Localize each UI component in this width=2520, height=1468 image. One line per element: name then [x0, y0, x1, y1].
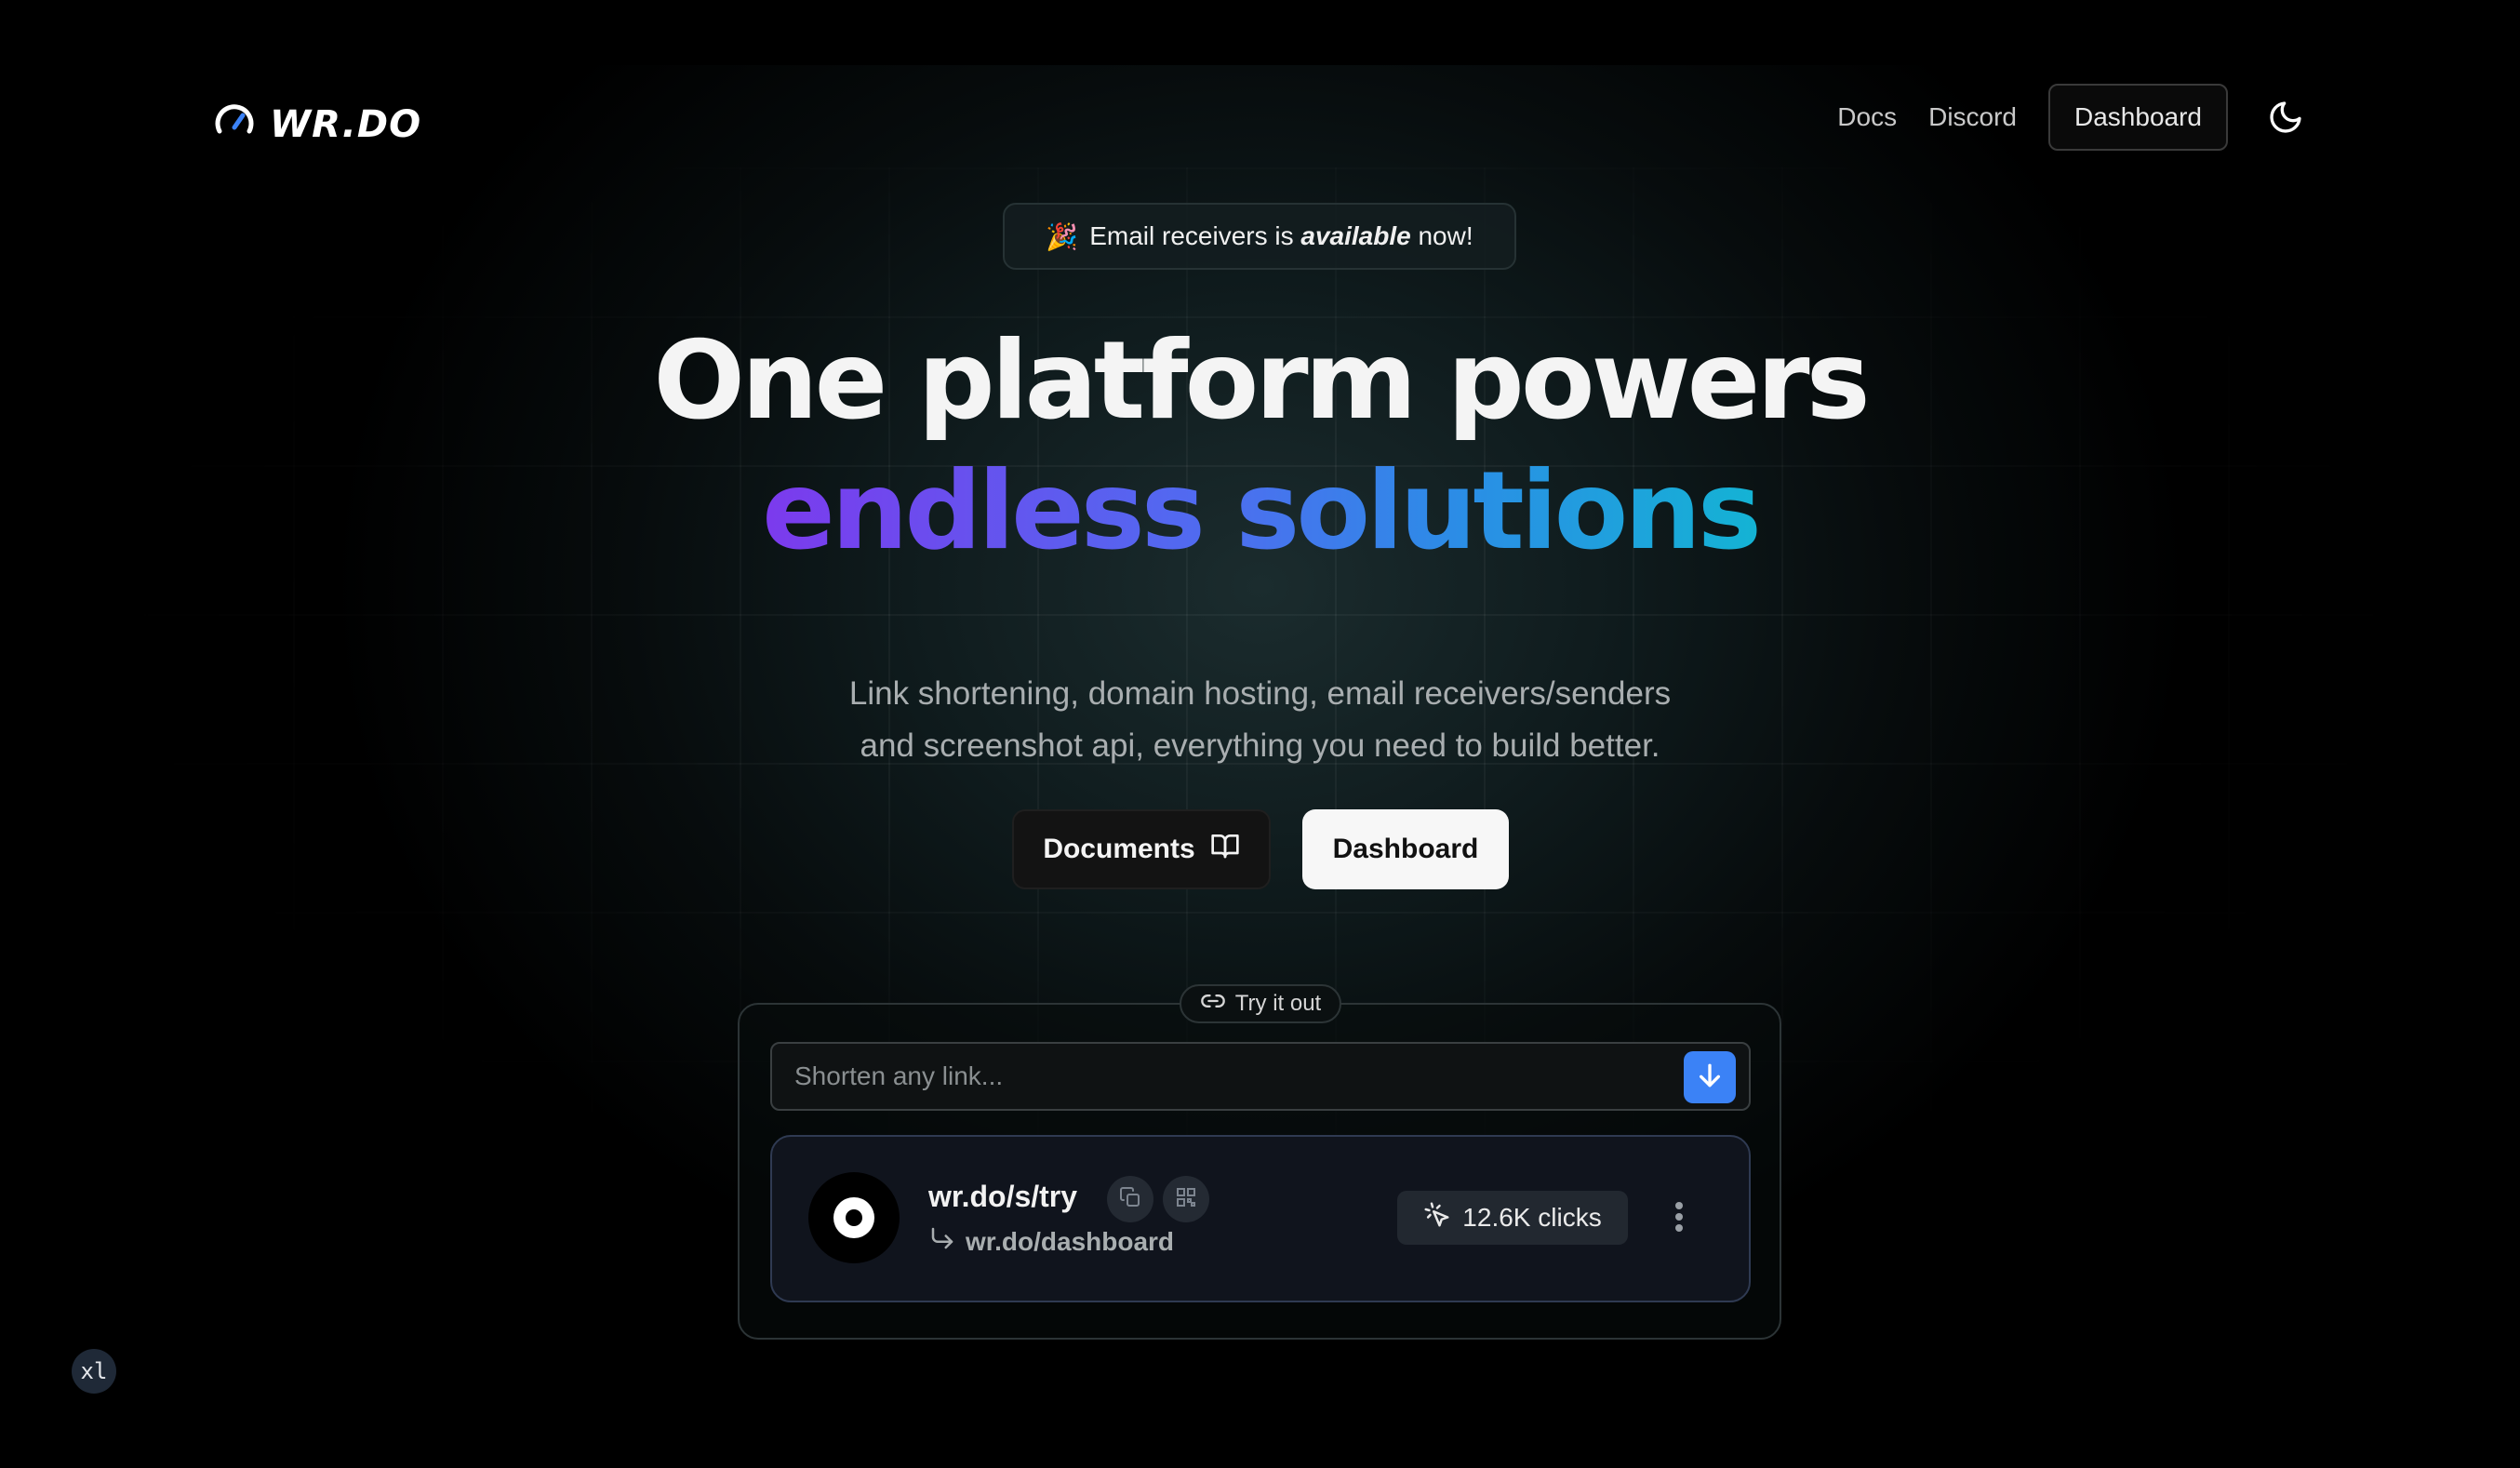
logo-text: WR.DO [270, 102, 422, 146]
destination-url: wr.do/dashboard [928, 1224, 1174, 1259]
copy-button[interactable] [1107, 1176, 1153, 1222]
nav-discord-link[interactable]: Discord [1928, 102, 2017, 132]
link-favicon [808, 1172, 900, 1263]
copy-icon [1119, 1186, 1141, 1213]
mouse-pointer-click-icon [1423, 1201, 1451, 1235]
hero-title-line2: endless solutions [762, 448, 1762, 574]
more-options-button[interactable] [1665, 1200, 1693, 1237]
book-open-icon [1210, 831, 1240, 868]
top-nav: Docs Discord Dashboard [1837, 84, 2306, 151]
moon-icon[interactable] [2265, 97, 2306, 138]
nav-dashboard-button[interactable]: Dashboard [2048, 84, 2228, 151]
more-vertical-icon [1673, 1200, 1685, 1238]
shorten-submit-button[interactable] [1684, 1051, 1736, 1103]
party-popper-icon: 🎉 [1046, 221, 1079, 251]
announcement-badge[interactable]: 🎉 Email receivers is available now! [1003, 203, 1516, 270]
try-it-label: Try it out [1180, 984, 1341, 1023]
clicks-badge[interactable]: 12.6K clicks [1397, 1191, 1628, 1245]
speedometer-icon [212, 100, 257, 149]
qr-code-icon [1175, 1186, 1197, 1213]
nav-docs-link[interactable]: Docs [1837, 102, 1897, 132]
corner-down-right-icon [928, 1224, 956, 1259]
arrow-down-icon [1695, 1061, 1725, 1095]
breakpoint-badge: xl [72, 1349, 116, 1394]
dashboard-button[interactable]: Dashboard [1302, 809, 1509, 889]
documents-button[interactable]: Documents [1012, 809, 1271, 889]
link-icon [1200, 988, 1226, 1021]
hero-title-line1: One platform powers [653, 318, 1870, 444]
hero-subtitle: Link shortening, domain hosting, email r… [848, 675, 1672, 764]
announcement-text: Email receivers is available now! [1089, 221, 1473, 250]
shorten-link-input[interactable] [770, 1042, 1751, 1111]
qr-code-button[interactable] [1163, 1176, 1209, 1222]
short-url[interactable]: wr.do/s/try [928, 1180, 1077, 1214]
logo[interactable]: WR.DO [212, 100, 421, 149]
